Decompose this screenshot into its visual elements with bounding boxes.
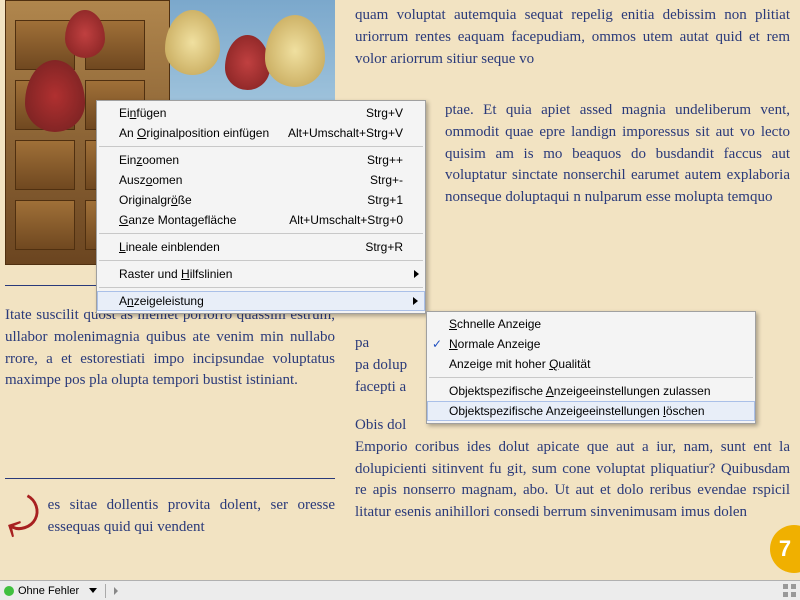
menu-item-label: An Originalposition einfügen <box>119 126 288 140</box>
body-text: Itate suscilit quost as nieniet poriorro… <box>5 305 335 392</box>
menu-item-label: Objektspezifische Anzeigeeinstellungen z… <box>449 384 733 398</box>
body-text: quam voluptat autemquia sequat repelig e… <box>355 5 790 70</box>
submenu-arrow-icon <box>413 297 418 305</box>
ctx-item-12[interactable]: Anzeigeleistung <box>97 291 425 311</box>
submenu-arrow-icon <box>414 270 419 278</box>
menu-item-label: Objektspezifische Anzeigeeinstellungen l… <box>449 404 733 418</box>
ctx-item-5[interactable]: OriginalgrößeStrg+1 <box>97 190 425 210</box>
ctx-item-6[interactable]: Ganze MontageflächeAlt+Umschalt+Strg+0 <box>97 210 425 230</box>
body-text: ptae. Et quia apiet assed magnia undelib… <box>445 100 790 209</box>
menu-item-label: Raster und Hilfslinien <box>119 267 403 281</box>
ctx-item-8[interactable]: Lineale einblendenStrg+R <box>97 237 425 257</box>
sub-item-0[interactable]: Schnelle Anzeige <box>427 314 755 334</box>
menu-item-shortcut: Strg++ <box>367 153 403 167</box>
context-menu: EinfügenStrg+VAn Originalposition einfüg… <box>96 100 426 314</box>
menu-item-label: Originalgröße <box>119 193 367 207</box>
drop-cap: ⤾ <box>0 490 48 543</box>
menu-separator <box>99 287 423 288</box>
check-icon: ✓ <box>432 337 442 351</box>
horizontal-rule <box>5 478 335 479</box>
sub-item-5[interactable]: Objektspezifische Anzeigeeinstellungen l… <box>427 401 755 421</box>
ctx-item-1[interactable]: An Originalposition einfügenAlt+Umschalt… <box>97 123 425 143</box>
ctx-item-4[interactable]: AuszoomenStrg+- <box>97 170 425 190</box>
menu-item-shortcut: Alt+Umschalt+Strg+V <box>288 126 403 140</box>
ctx-item-3[interactable]: EinzoomenStrg++ <box>97 150 425 170</box>
sub-item-2[interactable]: Anzeige mit hoher Qualität <box>427 354 755 374</box>
ctx-item-0[interactable]: EinfügenStrg+V <box>97 103 425 123</box>
body-text: ⤾ es sitae dollentis provita dolent, ser… <box>5 495 335 539</box>
sub-item-4[interactable]: Objektspezifische Anzeigeeinstellungen z… <box>427 381 755 401</box>
menu-item-label: Auszoomen <box>119 173 370 187</box>
menu-separator <box>429 377 753 378</box>
menu-separator <box>99 233 423 234</box>
menu-item-label: Lineale einblenden <box>119 240 365 254</box>
menu-item-shortcut: Strg+V <box>366 106 403 120</box>
prev-icon[interactable] <box>114 587 120 595</box>
menu-item-label: Einfügen <box>119 106 366 120</box>
menu-item-shortcut: Alt+Umschalt+Strg+0 <box>289 213 403 227</box>
menu-item-label: Anzeige mit hoher Qualität <box>449 357 733 371</box>
menu-item-shortcut: Strg+R <box>365 240 403 254</box>
menu-item-shortcut: Strg+1 <box>367 193 403 207</box>
page-number-badge: 7 <box>770 525 800 573</box>
context-submenu-anzeigeleistung: Schnelle Anzeige ✓ Normale Anzeige Anzeige … <box>426 311 756 424</box>
sub-item-1[interactable]: ✓ Normale Anzeige <box>427 334 755 354</box>
view-grid-icon[interactable] <box>783 584 796 597</box>
menu-item-label: Anzeigeleistung <box>119 294 403 308</box>
status-bar: Ohne Fehler <box>0 580 800 600</box>
menu-item-label: Normale Anzeige <box>449 337 733 351</box>
menu-item-label: Einzoomen <box>119 153 367 167</box>
menu-separator <box>99 260 423 261</box>
status-ok-icon <box>4 586 14 596</box>
status-text: Ohne Fehler <box>18 585 79 597</box>
menu-item-shortcut: Strg+- <box>370 173 403 187</box>
body-text: Emporio coribus ides dolut apicate que a… <box>355 437 790 524</box>
menu-item-label: Ganze Montagefläche <box>119 213 289 227</box>
menu-item-label: Schnelle Anzeige <box>449 317 733 331</box>
ctx-item-10[interactable]: Raster und Hilfslinien <box>97 264 425 284</box>
menu-separator <box>99 146 423 147</box>
status-dropdown-icon[interactable] <box>89 588 97 593</box>
